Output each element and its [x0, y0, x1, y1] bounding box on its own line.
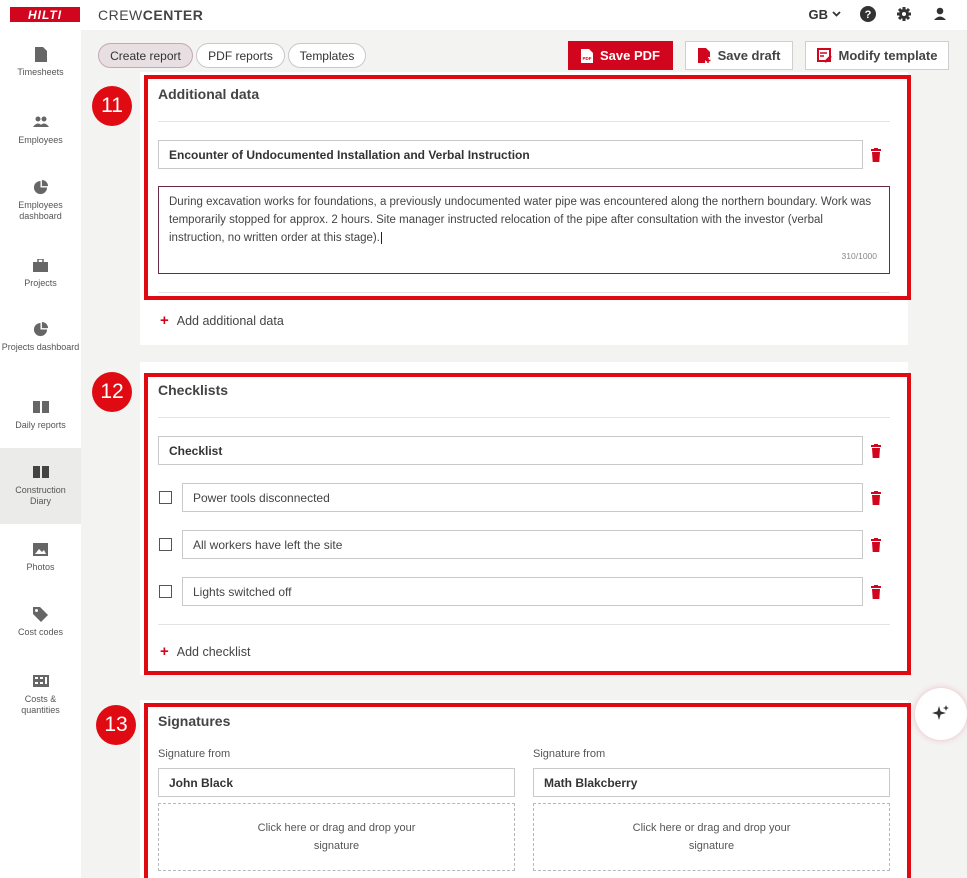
plus-icon: +: [160, 312, 169, 329]
highlight-box-signatures: [144, 703, 911, 878]
modify-template-button[interactable]: Modify template: [805, 41, 949, 70]
help-icon[interactable]: ?: [859, 5, 877, 23]
highlight-box-checklists: [144, 373, 911, 675]
tab-create-report[interactable]: Create report: [98, 43, 193, 68]
header-actions: GB ?: [809, 5, 950, 23]
app-name: CREWCENTER: [98, 7, 203, 23]
hilti-logo[interactable]: HILTI: [10, 7, 80, 22]
ai-assistant-button[interactable]: [915, 688, 967, 740]
sidebar-item-label: Construction Diary: [15, 485, 66, 506]
sidebar-item-daily-reports[interactable]: Daily reports: [0, 399, 81, 431]
document-icon: [33, 46, 49, 62]
add-additional-data-label: Add additional data: [176, 313, 284, 328]
sidebar-item-employees-dashboard[interactable]: Employees dashboard: [0, 179, 81, 222]
sidebar-item-construction-diary[interactable]: Construction Diary: [0, 448, 81, 524]
tab-templates[interactable]: Templates: [288, 43, 366, 68]
tab-pdf-reports[interactable]: PDF reports: [196, 43, 285, 68]
sidebar-item-label: Photos: [26, 562, 55, 572]
save-draft-button[interactable]: Save draft: [685, 41, 793, 70]
sidebar-item-timesheets[interactable]: Timesheets: [0, 46, 81, 78]
svg-text:?: ?: [865, 9, 872, 21]
sidebar-item-label: Costs & quantities: [21, 694, 60, 715]
image-icon: [33, 541, 49, 557]
sidebar-item-projects-dashboard[interactable]: Projects dashboard: [0, 321, 81, 353]
app-name-bold: CENTER: [142, 7, 204, 23]
save-draft-label: Save draft: [717, 48, 781, 63]
sidebar-item-costs-quantities[interactable]: Costs & quantities: [0, 673, 81, 716]
gear-icon[interactable]: [895, 5, 913, 23]
sidebar-item-label: Employees dashboard: [18, 200, 63, 221]
tag-icon: [33, 606, 49, 622]
sparkle-icon: [932, 705, 949, 720]
sidebar: Timesheets Employees Employees dashboard…: [0, 30, 81, 878]
sidebar-item-employees[interactable]: Employees: [0, 114, 81, 146]
sidebar-item-label: Timesheets: [17, 67, 64, 77]
step-badge: 12: [92, 372, 132, 412]
book-icon: [32, 399, 49, 415]
sidebar-item-label: Projects: [24, 278, 57, 288]
template-edit-icon: [816, 48, 832, 63]
sidebar-item-projects[interactable]: Projects: [0, 257, 81, 289]
sidebar-item-label: Daily reports: [15, 420, 66, 430]
save-pdf-label: Save PDF: [600, 48, 660, 63]
book-icon: [32, 464, 49, 480]
pdf-icon: PDF: [581, 48, 593, 63]
save-pdf-button[interactable]: PDF Save PDF: [568, 41, 673, 70]
sidebar-item-label: Employees: [18, 135, 63, 145]
people-icon: [32, 114, 49, 130]
sidebar-item-photos[interactable]: Photos: [0, 541, 81, 573]
sidebar-item-cost-codes[interactable]: Cost codes: [0, 606, 81, 638]
step-badge: 13: [96, 705, 136, 745]
language-selector[interactable]: GB: [809, 7, 842, 22]
pie-chart-icon: [33, 179, 49, 195]
app-name-light: CREW: [98, 7, 143, 23]
svg-text:PDF: PDF: [583, 56, 592, 61]
draft-save-icon: [697, 48, 711, 63]
user-icon[interactable]: [931, 5, 949, 23]
modify-template-label: Modify template: [838, 48, 938, 63]
chevron-down-icon: [832, 11, 841, 17]
sidebar-item-label: Cost codes: [17, 627, 64, 637]
step-badge: 11: [92, 86, 132, 126]
language-label: GB: [808, 6, 829, 22]
top-bar: HILTI CREWCENTER GB ?: [0, 0, 967, 30]
sidebar-item-label: Projects dashboard: [1, 342, 80, 352]
pie-chart-icon: [33, 321, 49, 337]
calculator-icon: [32, 673, 49, 689]
add-additional-data-link[interactable]: + Add additional data: [160, 312, 284, 329]
highlight-box-additional-data: [144, 75, 911, 300]
briefcase-icon: [33, 257, 49, 273]
